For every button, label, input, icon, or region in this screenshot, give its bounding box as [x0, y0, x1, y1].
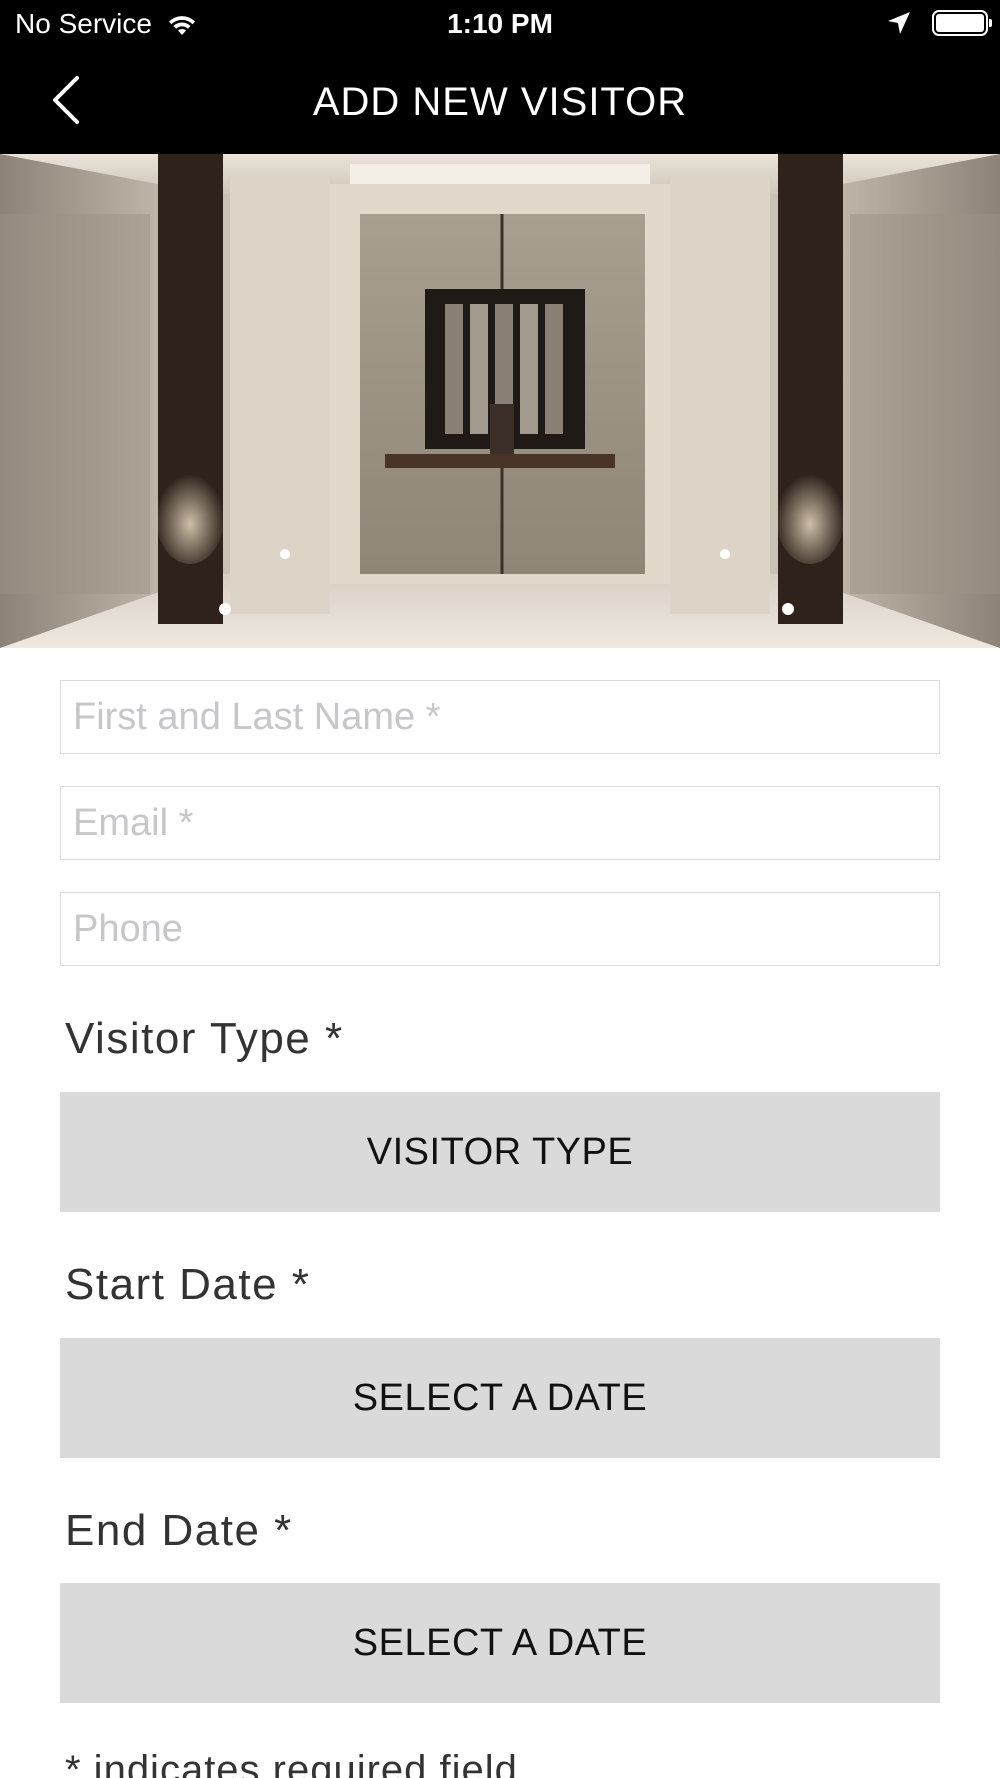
name-input[interactable]: [61, 681, 939, 753]
add-visitor-screen: No Service 1:10 PM ADD NEW VISITOR First…: [0, 0, 1000, 1778]
page-title: ADD NEW VISITOR: [312, 80, 688, 124]
end-date-button[interactable]: SELECT A DATE: [60, 1583, 940, 1703]
required-field-note: * indicates required field: [65, 1748, 518, 1778]
status-bar: No Service 1:10 PM: [0, 0, 1000, 52]
email-input[interactable]: [61, 787, 939, 859]
visitor-type-button[interactable]: VISITOR TYPE: [60, 1092, 940, 1212]
battery-icon: [932, 10, 992, 36]
end-date-label: End Date *: [65, 1506, 293, 1555]
navigation-bar: ADD NEW VISITOR: [0, 52, 1000, 154]
status-right-group: [886, 10, 992, 36]
start-date-button[interactable]: SELECT A DATE: [60, 1338, 940, 1458]
start-date-label: Start Date *: [65, 1260, 311, 1309]
battery-fill: [936, 14, 984, 32]
location-arrow-icon: [888, 12, 910, 34]
name-field-container: [60, 680, 940, 754]
visitor-form: Visitor Type * VISITOR TYPE Start Date *…: [0, 648, 1000, 1778]
phone-input[interactable]: [61, 893, 939, 965]
lobby-hero-image: [0, 154, 1000, 648]
phone-field-container: [60, 892, 940, 966]
email-field-container: [60, 786, 940, 860]
visitor-type-label: Visitor Type *: [65, 1014, 344, 1063]
status-time: 1:10 PM: [447, 8, 553, 39]
